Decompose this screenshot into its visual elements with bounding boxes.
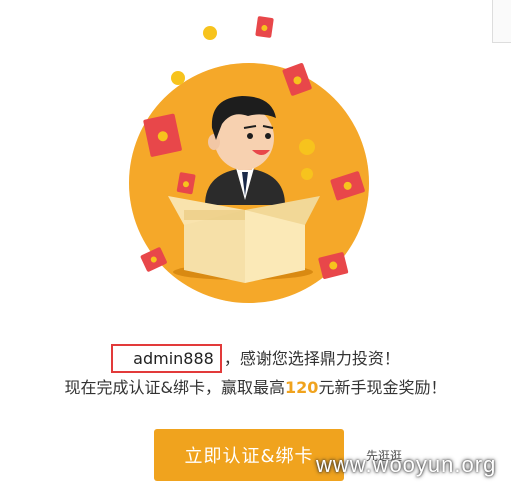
username-highlight: admin888	[111, 344, 222, 373]
hero-illustration	[129, 16, 369, 303]
red-envelope-icon	[255, 16, 274, 38]
reward-amount: 120	[285, 378, 319, 397]
coin-icon	[203, 26, 217, 40]
welcome-line: admin888 ，感谢您选择鼎力投资！	[0, 344, 511, 373]
thanks-text: 感谢您选择鼎力投资！	[239, 349, 400, 368]
reward-suffix: 元新手现金奖励！	[318, 378, 447, 397]
username: admin888	[133, 349, 214, 368]
coin-icon	[171, 71, 185, 85]
watermark: www.wooyun.org	[316, 452, 497, 477]
red-envelope-icon	[176, 172, 196, 195]
reward-line: 现在完成认证&绑卡，赢取最高120元新手现金奖励！	[0, 374, 511, 398]
separator: ，	[223, 349, 240, 368]
reward-prefix: 现在完成认证&绑卡，赢取最高	[64, 378, 286, 397]
coin-icon	[301, 168, 313, 180]
coin-icon	[299, 139, 315, 155]
